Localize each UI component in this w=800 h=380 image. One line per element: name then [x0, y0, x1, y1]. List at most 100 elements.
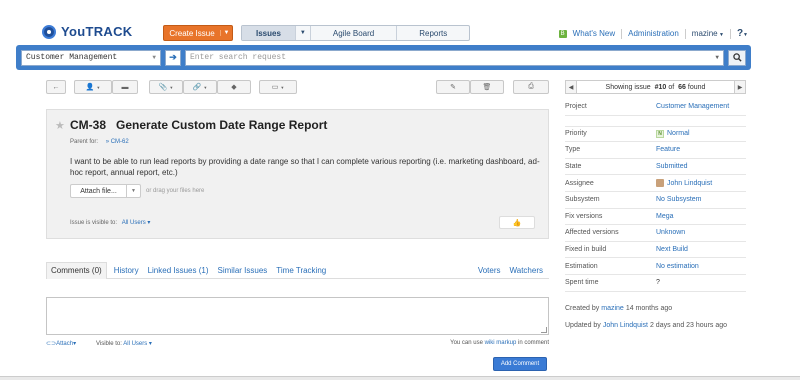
parent-label: Parent for:: [70, 139, 99, 145]
assign-button[interactable]: 👤 ▼: [74, 80, 112, 94]
chevron-down-icon: ▼: [280, 84, 285, 90]
parent-info: Parent for: » CM-62: [70, 139, 129, 145]
vote-button[interactable]: 👍: [499, 216, 535, 229]
comment-icon: ▬: [121, 83, 129, 91]
chevron-down-icon: ▼: [299, 30, 306, 36]
field-affected-versions: Affected versions Unknown: [565, 225, 746, 242]
attach-button[interactable]: 📎 ▼: [149, 80, 183, 94]
tab-agile-board[interactable]: Agile Board: [311, 26, 398, 40]
field-estimation: Estimation No estimation: [565, 258, 746, 275]
delete-button[interactable]: 🗑: [470, 80, 504, 94]
visibility-select[interactable]: All Users ▾: [122, 220, 151, 226]
field-fix-versions-value[interactable]: Mega: [656, 213, 674, 220]
administration-link[interactable]: Administration: [628, 29, 679, 38]
field-priority-value[interactable]: N Normal: [656, 129, 690, 138]
arrow-right-icon[interactable]: ➔: [165, 49, 181, 66]
avatar: [656, 179, 664, 188]
field-estimation-value[interactable]: No estimation: [656, 263, 699, 270]
issue-summary: Generate Custom Date Range Report: [116, 118, 328, 132]
tab-time-tracking[interactable]: Time Tracking: [276, 262, 326, 279]
back-button[interactable]: ←: [46, 80, 66, 94]
comment-visibility-label: Visible to:: [96, 341, 122, 347]
chevron-down-icon: ▼: [169, 84, 174, 90]
link-icon: 🔗: [192, 84, 202, 91]
comment-footer: ⊂⊃Attach▾ Visible to: All Users ▾ You ca…: [46, 340, 549, 350]
markup-hint: You can use wiki markup in comment: [450, 340, 549, 346]
whats-new-link[interactable]: What's New: [573, 29, 615, 38]
help-menu[interactable]: ?▼: [737, 28, 748, 39]
field-priority: Priority N Normal: [565, 125, 746, 143]
tab-similar-issues[interactable]: Similar Issues: [218, 262, 268, 279]
field-type: Type Feature: [565, 142, 746, 159]
tab-issues[interactable]: Issues: [242, 26, 296, 40]
field-state: State Submitted: [565, 159, 746, 176]
search-icon: [732, 53, 742, 62]
chevron-down-icon: ▼: [203, 84, 208, 90]
chevron-down-icon: ▼: [743, 32, 748, 38]
previous-issue-button[interactable]: ◀: [565, 80, 577, 94]
chevron-down-icon: ▼: [152, 54, 156, 61]
chevron-down-icon: ▼: [717, 32, 724, 38]
divider: [729, 28, 731, 39]
edit-button[interactable]: ✎: [436, 80, 470, 94]
thumbs-up-icon: 👍: [512, 219, 522, 227]
tag-button[interactable]: ◆: [217, 80, 251, 94]
top-header: YouTRACK Create Issue ▼ Issues ▼ Agile B…: [0, 0, 800, 45]
comment-button[interactable]: ▬: [112, 80, 138, 94]
chevron-down-icon[interactable]: ▼: [715, 54, 719, 61]
print-button[interactable]: ⎙: [513, 80, 549, 94]
field-affected-versions-value[interactable]: Unknown: [656, 229, 685, 236]
logo-text: YouTRACK: [61, 24, 133, 39]
chevron-down-icon: ▼: [96, 84, 101, 90]
chevron-down-icon[interactable]: ▼: [127, 184, 141, 198]
create-issue-button[interactable]: Create Issue ▼: [163, 25, 233, 41]
issue-panel: ★ CM-38 Generate Custom Date Range Repor…: [46, 109, 549, 239]
search-button[interactable]: [728, 49, 746, 66]
parent-link[interactable]: » CM-62: [106, 139, 129, 145]
tab-watchers[interactable]: Watchers: [510, 262, 544, 279]
tab-comments[interactable]: Comments (0): [46, 261, 107, 279]
divider: [621, 28, 623, 39]
link-button[interactable]: 🔗 ▼: [183, 80, 217, 94]
chevron-down-icon[interactable]: ▼: [220, 30, 232, 36]
attach-file-label: Attach file...: [70, 184, 127, 198]
create-issue-label: Create Issue: [169, 28, 215, 38]
issues-dropdown[interactable]: ▼: [296, 26, 311, 40]
search-input[interactable]: Enter search request ▼: [185, 49, 724, 66]
view-button[interactable]: ▭ ▼: [259, 80, 297, 94]
field-assignee: Assignee John Lindquist: [565, 175, 746, 192]
field-subsystem: Subsystem No Subsystem: [565, 192, 746, 209]
tab-voters[interactable]: Voters: [478, 262, 501, 279]
wiki-markup-link[interactable]: wiki markup: [485, 340, 517, 346]
updated-by-user[interactable]: John Lindquist: [603, 322, 648, 329]
field-state-value[interactable]: Submitted: [656, 163, 688, 170]
comment-attach-link[interactable]: ⊂⊃Attach▾: [46, 340, 76, 347]
next-issue-button[interactable]: ▶: [734, 80, 746, 94]
add-comment-button[interactable]: Add Comment: [493, 357, 547, 371]
resize-handle[interactable]: [541, 327, 547, 333]
arrow-left-icon: ←: [52, 83, 60, 91]
field-assignee-value[interactable]: John Lindquist: [656, 179, 712, 188]
user-menu[interactable]: mazine ▼: [692, 29, 724, 38]
tab-history[interactable]: History: [114, 262, 139, 279]
context-select[interactable]: Customer Management ▼: [21, 49, 161, 66]
tab-linked-issues[interactable]: Linked Issues (1): [148, 262, 209, 279]
star-icon[interactable]: ★: [55, 119, 65, 132]
issue-tabs: Comments (0) History Linked Issues (1) S…: [46, 261, 549, 279]
field-subsystem-value[interactable]: No Subsystem: [656, 196, 702, 203]
created-by-user[interactable]: mazine: [601, 305, 624, 312]
field-fixed-in-build: Fixed in build Next Build: [565, 242, 746, 259]
field-type-value[interactable]: Feature: [656, 146, 680, 153]
comment-visibility: Visible to: All Users ▾: [96, 340, 152, 347]
comment-visibility-select[interactable]: All Users ▾: [123, 341, 152, 347]
comment-input[interactable]: [46, 297, 549, 335]
attach-file-button[interactable]: Attach file... ▼: [70, 184, 141, 198]
field-spent-time-value[interactable]: ?: [656, 279, 660, 286]
trash-icon: 🗑: [482, 84, 492, 91]
youtrack-logo[interactable]: YouTRACK: [42, 24, 132, 39]
field-project-value[interactable]: Customer Management: [656, 103, 729, 110]
issue-toolbar: ← 👤 ▼ ▬ 📎 ▼ 🔗 ▼ ◆ ▭ ▼ ✎ 🗑 ⎙: [46, 80, 549, 94]
tab-reports[interactable]: Reports: [397, 26, 469, 40]
field-fixed-in-build-value[interactable]: Next Build: [656, 246, 688, 253]
priority-badge: N: [656, 129, 664, 138]
